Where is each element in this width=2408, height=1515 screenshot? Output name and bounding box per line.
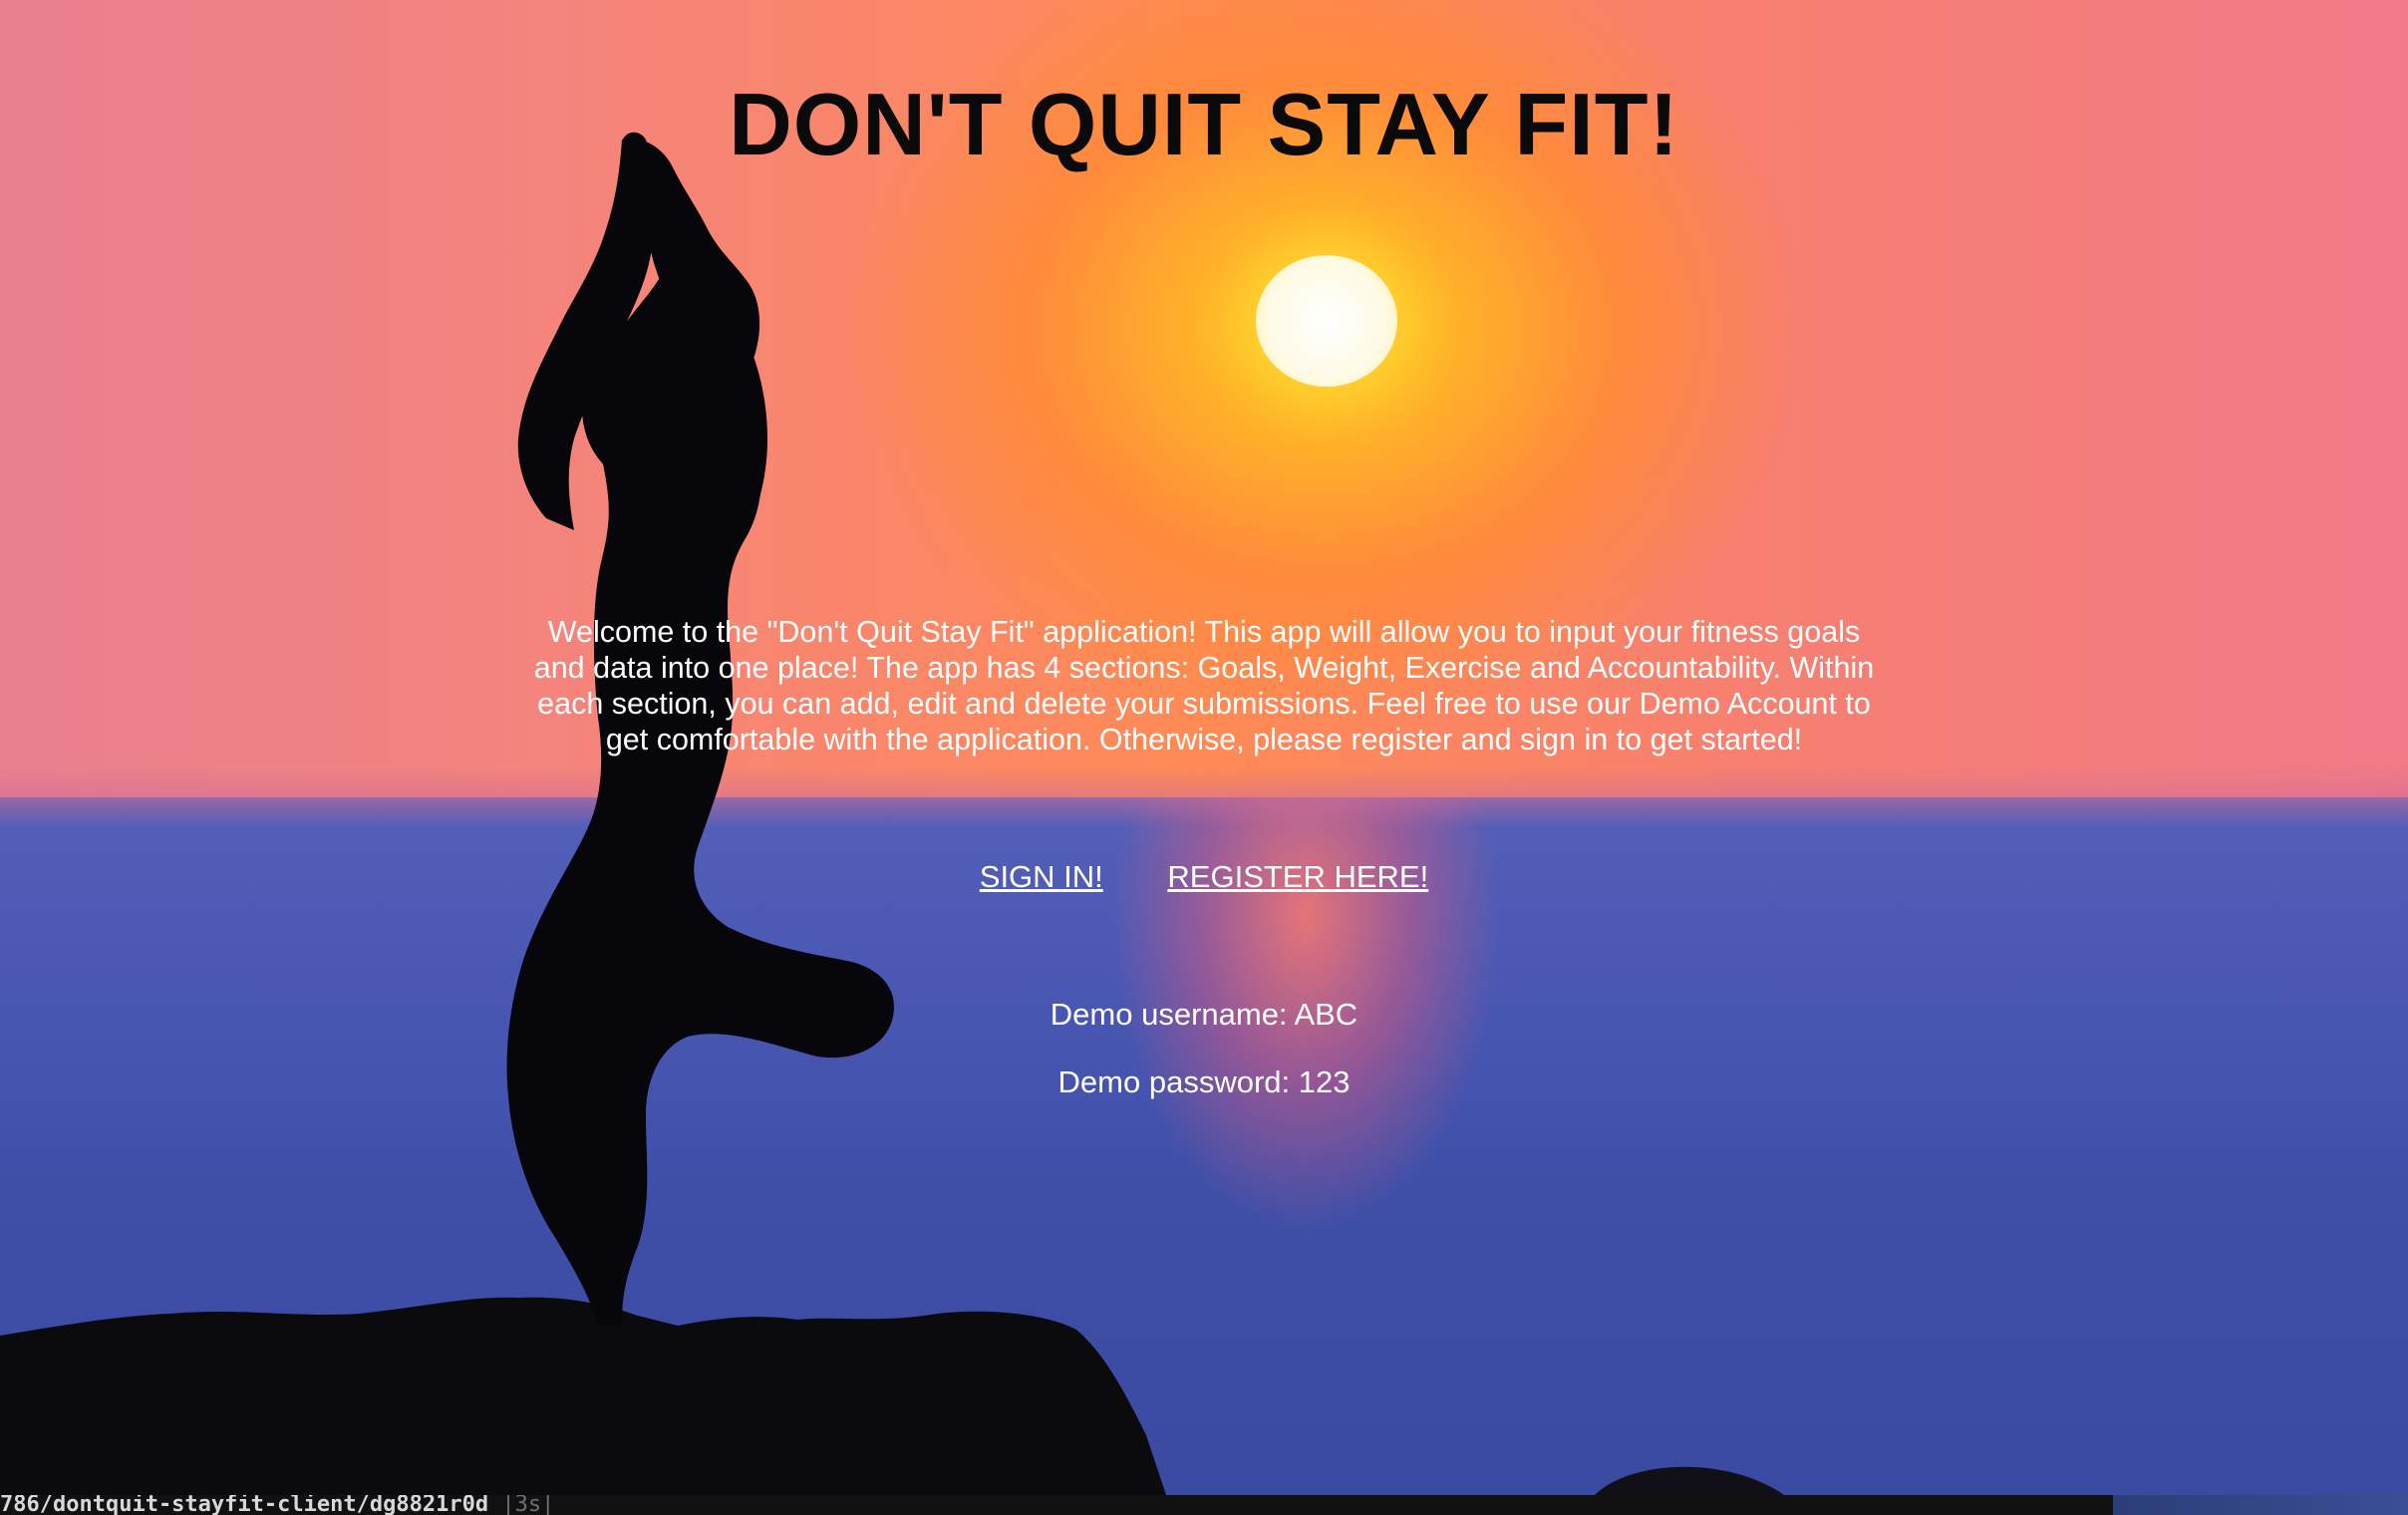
page-title: DON'T QUIT STAY FIT!: [729, 75, 1679, 173]
status-bar: 786/dontquit-stayfit-client/dg8821r0d |3…: [0, 1495, 2408, 1515]
auth-links: SIGN IN! REGISTER HERE!: [0, 857, 2408, 897]
demo-username-text: Demo username: ABC: [1050, 997, 1358, 1032]
demo-password-text: Demo password: 123: [1057, 1064, 1351, 1099]
status-bar-text: 786/dontquit-stayfit-client/dg8821r0d |3…: [0, 1495, 554, 1515]
sign-in-link[interactable]: SIGN IN!: [980, 859, 1103, 894]
landing-page: DON'T QUIT STAY FIT! Welcome to the "Don…: [0, 0, 2408, 1515]
status-time: |3s|: [501, 1495, 555, 1515]
status-path: 786/dontquit-stayfit-client/dg8821r0d: [0, 1495, 489, 1515]
register-link[interactable]: REGISTER HERE!: [1167, 859, 1428, 894]
status-bar-tail: [2113, 1495, 2408, 1515]
intro-paragraph: Welcome to the "Don't Quit Stay Fit" app…: [533, 615, 1875, 757]
yoga-silhouette-image: [0, 132, 1784, 1495]
